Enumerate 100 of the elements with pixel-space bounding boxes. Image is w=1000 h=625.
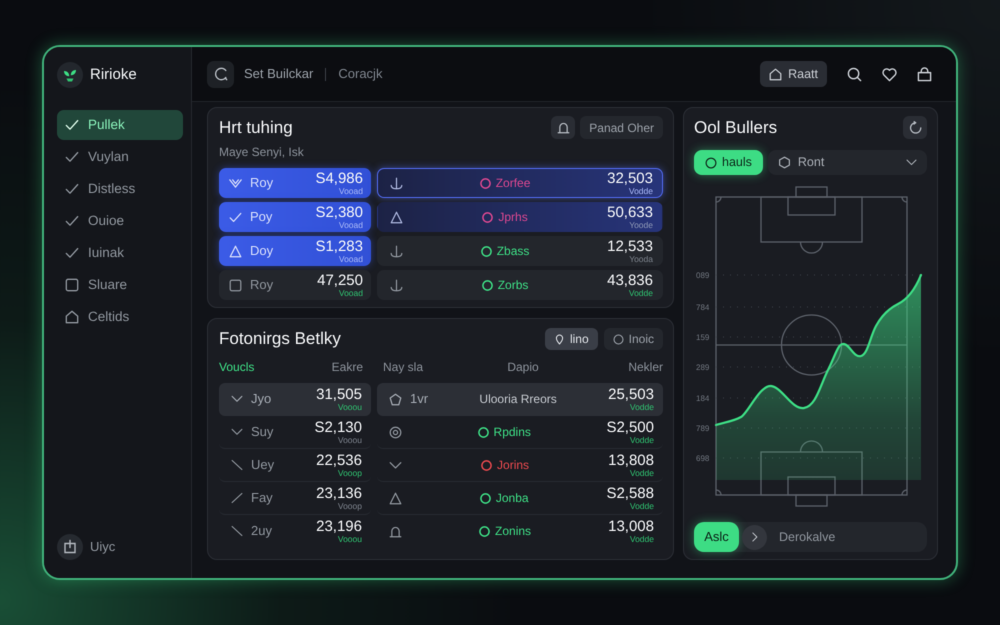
- amount-text: S2,130: [314, 420, 362, 436]
- toggle-chip[interactable]: hauls: [694, 150, 763, 175]
- amount-text: 25,503: [608, 386, 654, 402]
- breadcrumb-item[interactable]: Set Builckar: [244, 64, 314, 84]
- amount-text: 50,633: [607, 204, 653, 220]
- amount-text: 12,533: [607, 238, 653, 254]
- refresh-icon: [908, 121, 922, 134]
- status-label: Rpdins: [494, 424, 531, 441]
- axis-label: 289: [696, 363, 710, 372]
- amount-text: 13,808: [608, 452, 654, 468]
- status-row[interactable]: Zorbs 43,836 Vodde: [377, 270, 663, 300]
- circle-icon: [705, 156, 717, 168]
- card-label: Roy: [250, 276, 274, 294]
- check-icon: [65, 118, 79, 132]
- sidebar-item[interactable]: Sluare: [57, 270, 183, 300]
- note-text: Vooop: [338, 468, 362, 478]
- status-row[interactable]: Zorfee 32,503 Vodde: [377, 168, 663, 198]
- stat-card[interactable]: Doy S1,283 Vooad: [219, 236, 371, 266]
- next-button[interactable]: [742, 524, 767, 550]
- note-text: Vooad: [338, 254, 363, 264]
- note-text: Vodde: [628, 186, 653, 196]
- search-icon[interactable]: [847, 66, 862, 82]
- axis-label: 789: [696, 424, 710, 433]
- anchor-icon: [390, 278, 403, 292]
- sidebar-item[interactable]: Pullek: [57, 110, 183, 140]
- sidebar-item[interactable]: Celtids: [57, 302, 183, 332]
- amount-text: 23,196: [316, 518, 362, 534]
- pentagon-icon: [389, 392, 402, 406]
- note-text: Vodde: [628, 288, 653, 298]
- panel-title: Hrt tuhing: [219, 116, 293, 139]
- bag-icon[interactable]: [917, 66, 932, 82]
- diagonal-line-icon: [231, 492, 243, 504]
- row-label: Jyo: [251, 390, 272, 408]
- table-row[interactable]: 1vr Ulooria Rreors 25,503 Vodde: [377, 383, 663, 416]
- pin-icon: [554, 334, 565, 344]
- stat-card[interactable]: Poy S2,380 Vooad: [219, 202, 371, 232]
- amount-text: 47,250: [317, 272, 363, 288]
- table-row[interactable]: Suy S2,130 Vooou: [219, 416, 371, 449]
- stat-card[interactable]: Roy S4,986 Vooad: [219, 168, 371, 198]
- icon-button[interactable]: [551, 116, 576, 139]
- note-text: Vooou: [338, 436, 362, 444]
- status-label: Jprhs: [498, 209, 528, 226]
- status-row[interactable]: Jprhs 50,633 Yoode: [377, 202, 663, 232]
- amount-text: 31,505: [316, 386, 362, 402]
- stat-card[interactable]: Roy 47,250 Vooad: [219, 270, 371, 300]
- chevron-down-icon: [906, 157, 917, 168]
- note-text: Yoode: [629, 220, 653, 230]
- note-text: Vooop: [338, 502, 362, 510]
- chevron-down-icon: [231, 393, 243, 405]
- panel-icon[interactable]: [57, 534, 83, 560]
- chevron-down-icon: [231, 426, 243, 438]
- triangle-icon: [389, 492, 402, 504]
- circle-icon: [612, 334, 624, 344]
- note-text: Vodde: [630, 534, 654, 544]
- axis-label: 159: [696, 333, 710, 342]
- note-text: Vodde: [630, 468, 654, 478]
- column-header: Eakre: [332, 361, 363, 373]
- axis-label: 184: [696, 394, 710, 403]
- table-row[interactable]: Fay 23,136 Vooop: [219, 482, 371, 515]
- action-button[interactable]: Aslc: [694, 522, 739, 552]
- diagonal-line-icon: [231, 525, 243, 537]
- table-row[interactable]: Uey 22,536 Vooop: [219, 449, 371, 482]
- table-row[interactable]: Jonba S2,588 Vodde: [377, 482, 663, 515]
- table-row[interactable]: Zonins 13,008 Vodde: [377, 515, 663, 548]
- axis-label: 698: [696, 454, 710, 463]
- note-text: Vodde: [630, 502, 654, 510]
- filter-button[interactable]: lino: [544, 328, 598, 350]
- amount-text: 22,536: [316, 452, 362, 468]
- column-header: Nay sla: [383, 361, 424, 373]
- column-header: Dapio: [507, 361, 539, 373]
- panel-button[interactable]: Panad Oher: [580, 116, 663, 139]
- column-header: Voucls: [219, 361, 254, 373]
- triangle-icon: [229, 244, 242, 258]
- amount-text: S2,588: [606, 486, 654, 502]
- chevron-icon: [229, 176, 242, 190]
- icon-button[interactable]: [903, 116, 927, 139]
- breadcrumb-item[interactable]: Coracjk: [338, 64, 382, 84]
- status-row[interactable]: Zbass 12,533 Yooda: [377, 236, 663, 266]
- panel-title: Ool Bullers: [694, 116, 778, 139]
- table-row[interactable]: Rpdins S2,500 Vodde: [377, 416, 663, 449]
- check-icon: [65, 182, 79, 196]
- filter-button[interactable]: Inoic: [604, 328, 663, 350]
- panel-subtitle: Maye Senyi, Isk: [219, 145, 305, 159]
- icon-button[interactable]: [207, 60, 234, 88]
- sidebar-item[interactable]: Vuylan: [57, 142, 183, 172]
- amount-text: S2,380: [315, 204, 363, 220]
- sidebar-item[interactable]: Distless: [57, 174, 183, 204]
- axis-label: 089: [696, 271, 710, 280]
- sidebar-item[interactable]: Iuinak: [57, 238, 183, 268]
- footer-text: Derokalve: [779, 528, 836, 546]
- heart-icon[interactable]: [882, 66, 897, 82]
- header-button[interactable]: Raatt: [760, 61, 827, 87]
- sidebar-item[interactable]: Ouioe: [57, 206, 183, 236]
- footer-label: Uiyc: [90, 538, 116, 556]
- table-row[interactable]: 2uy 23,196 Vooou: [219, 515, 371, 548]
- table-row[interactable]: Jyo 31,505 Vooou: [219, 383, 371, 416]
- row-label: Fay: [251, 489, 273, 508]
- dropdown-select[interactable]: Ront: [768, 150, 927, 175]
- table-row[interactable]: Jorins 13,808 Vodde: [377, 449, 663, 482]
- bell-icon: [389, 524, 402, 538]
